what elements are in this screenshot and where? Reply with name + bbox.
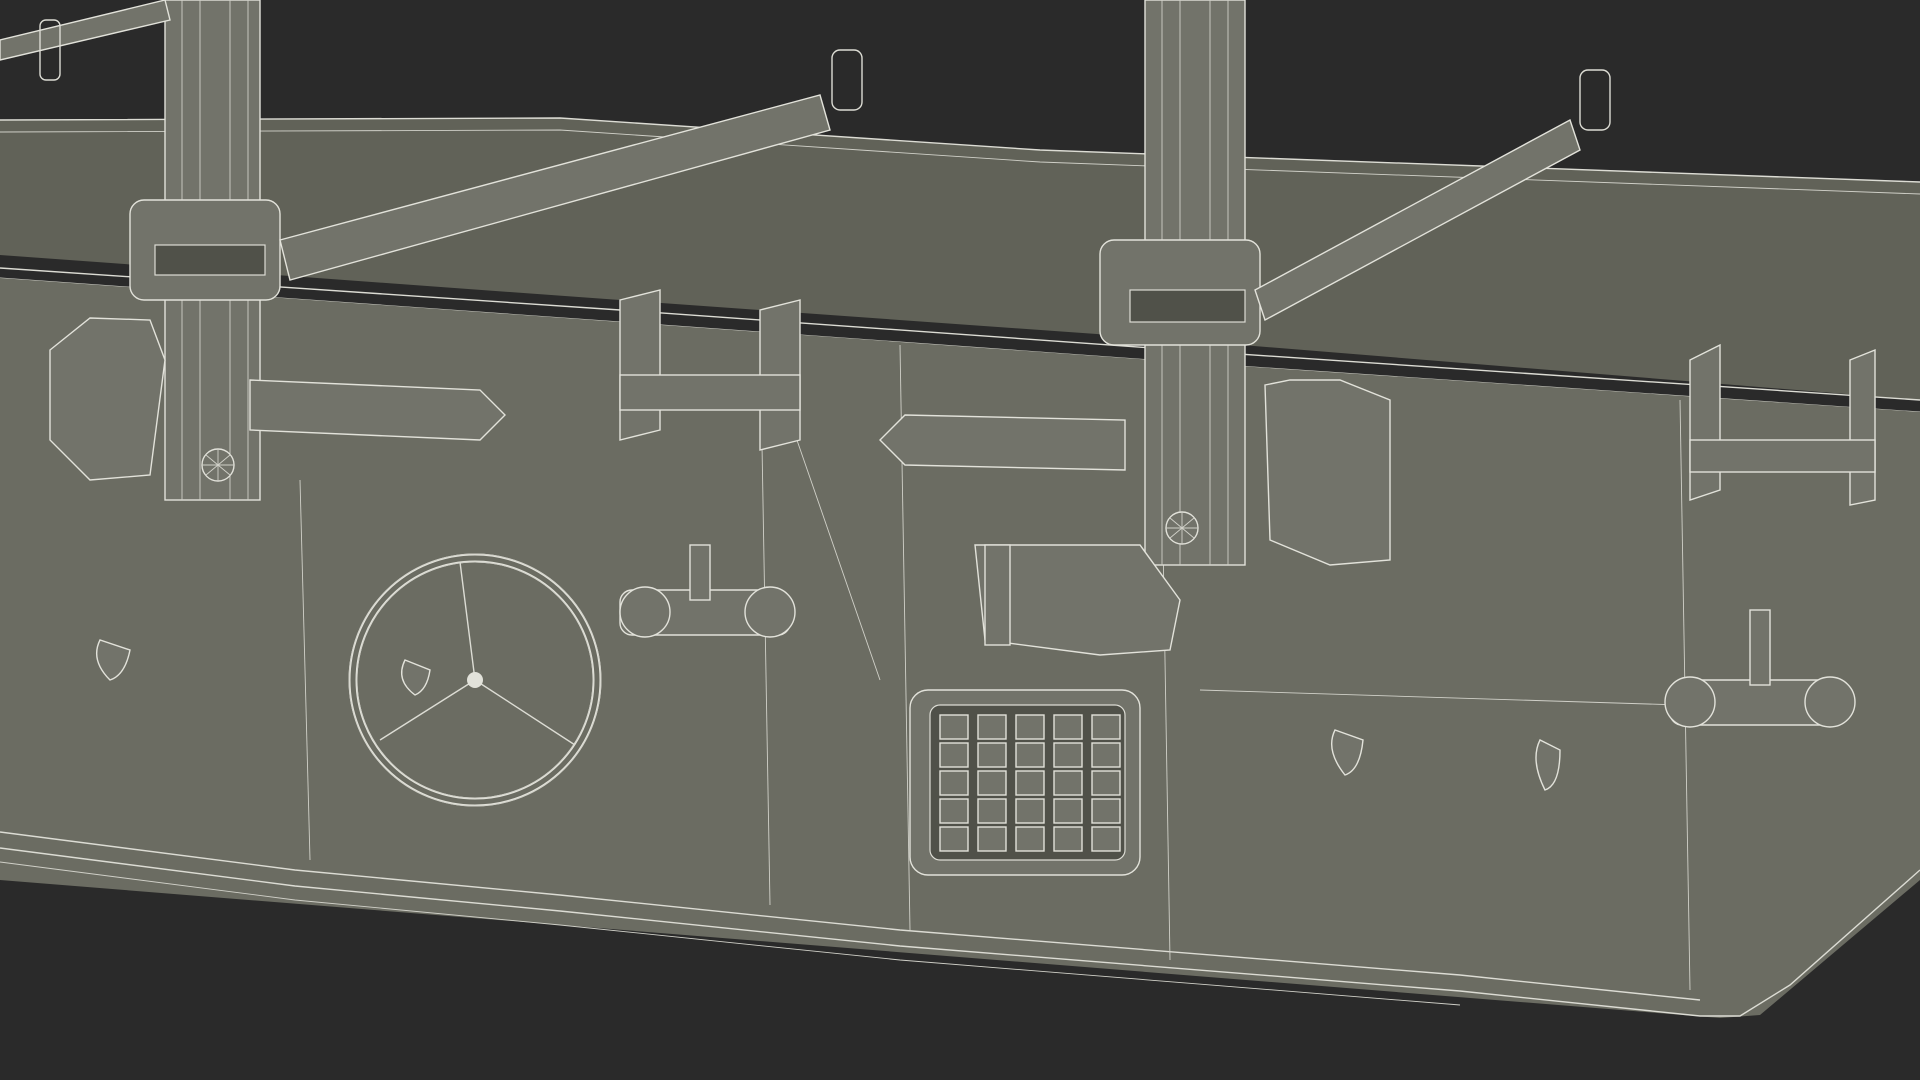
grille-cells (939, 714, 1121, 852)
wireframe-render (0, 0, 1920, 1018)
bracket (974, 544, 1181, 656)
render-viewport (0, 0, 1920, 1080)
grille-panel (909, 689, 1141, 876)
